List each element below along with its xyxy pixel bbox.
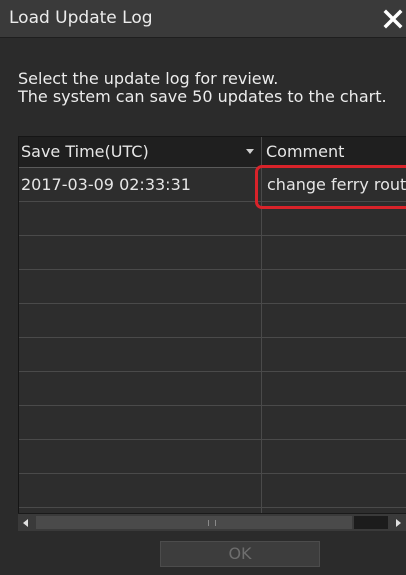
title-bar[interactable]: Load Update Log: [0, 0, 406, 38]
comment-cell[interactable]: [267, 372, 406, 406]
dialog-title: Load Update Log: [9, 8, 153, 28]
save-time-cell[interactable]: [21, 372, 259, 406]
table-row[interactable]: [19, 440, 406, 474]
table-row[interactable]: [19, 202, 406, 236]
save-time-cell[interactable]: 2017-03-09 02:33:31: [21, 168, 259, 202]
scroll-right-icon[interactable]: [390, 514, 406, 531]
column-header-comment[interactable]: Comment: [266, 137, 406, 167]
column-header-save-time[interactable]: Save Time(UTC): [21, 137, 261, 167]
comment-cell[interactable]: [267, 338, 406, 372]
comment-cell[interactable]: [267, 270, 406, 304]
load-update-log-dialog: Load Update Log Select the update log fo…: [0, 0, 406, 575]
comment-cell[interactable]: change ferry rout: [267, 168, 406, 202]
scrollbar-track[interactable]: [36, 516, 352, 529]
horizontal-scrollbar[interactable]: [18, 513, 406, 531]
comment-cell[interactable]: [267, 440, 406, 474]
table-row[interactable]: [19, 338, 406, 372]
instructions-text: Select the update log for review. The sy…: [18, 70, 387, 106]
save-time-cell[interactable]: [21, 406, 259, 440]
save-time-cell[interactable]: [21, 202, 259, 236]
scroll-left-icon[interactable]: [18, 514, 34, 531]
save-time-cell[interactable]: [21, 304, 259, 338]
comment-cell[interactable]: [267, 406, 406, 440]
scrollbar-grip-icon: [208, 520, 216, 526]
comment-cell[interactable]: [267, 304, 406, 338]
instruction-line-2: The system can save 50 updates to the ch…: [18, 87, 387, 106]
save-time-cell[interactable]: [21, 236, 259, 270]
ok-button[interactable]: OK: [160, 541, 320, 567]
save-time-cell[interactable]: [21, 474, 259, 508]
scrollbar-thumb[interactable]: [354, 516, 388, 529]
table-row[interactable]: [19, 304, 406, 338]
table-row[interactable]: [19, 474, 406, 508]
table-row[interactable]: [19, 406, 406, 440]
update-log-table: Save Time(UTC) Comment 2017-03-09 02:33:…: [18, 136, 406, 513]
table-header: Save Time(UTC) Comment: [19, 137, 406, 168]
comment-cell[interactable]: [267, 202, 406, 236]
table-row[interactable]: [19, 236, 406, 270]
comment-cell[interactable]: [267, 236, 406, 270]
table-row[interactable]: [19, 372, 406, 406]
save-time-cell[interactable]: [21, 440, 259, 474]
sort-descending-icon[interactable]: [246, 149, 254, 154]
table-row[interactable]: 2017-03-09 02:33:31 change ferry rout: [19, 168, 406, 202]
comment-cell[interactable]: [267, 474, 406, 508]
close-icon[interactable]: [380, 4, 406, 32]
save-time-cell[interactable]: [21, 338, 259, 372]
instruction-line-1: Select the update log for review.: [18, 69, 279, 88]
save-time-cell[interactable]: [21, 270, 259, 304]
table-row[interactable]: [19, 270, 406, 304]
